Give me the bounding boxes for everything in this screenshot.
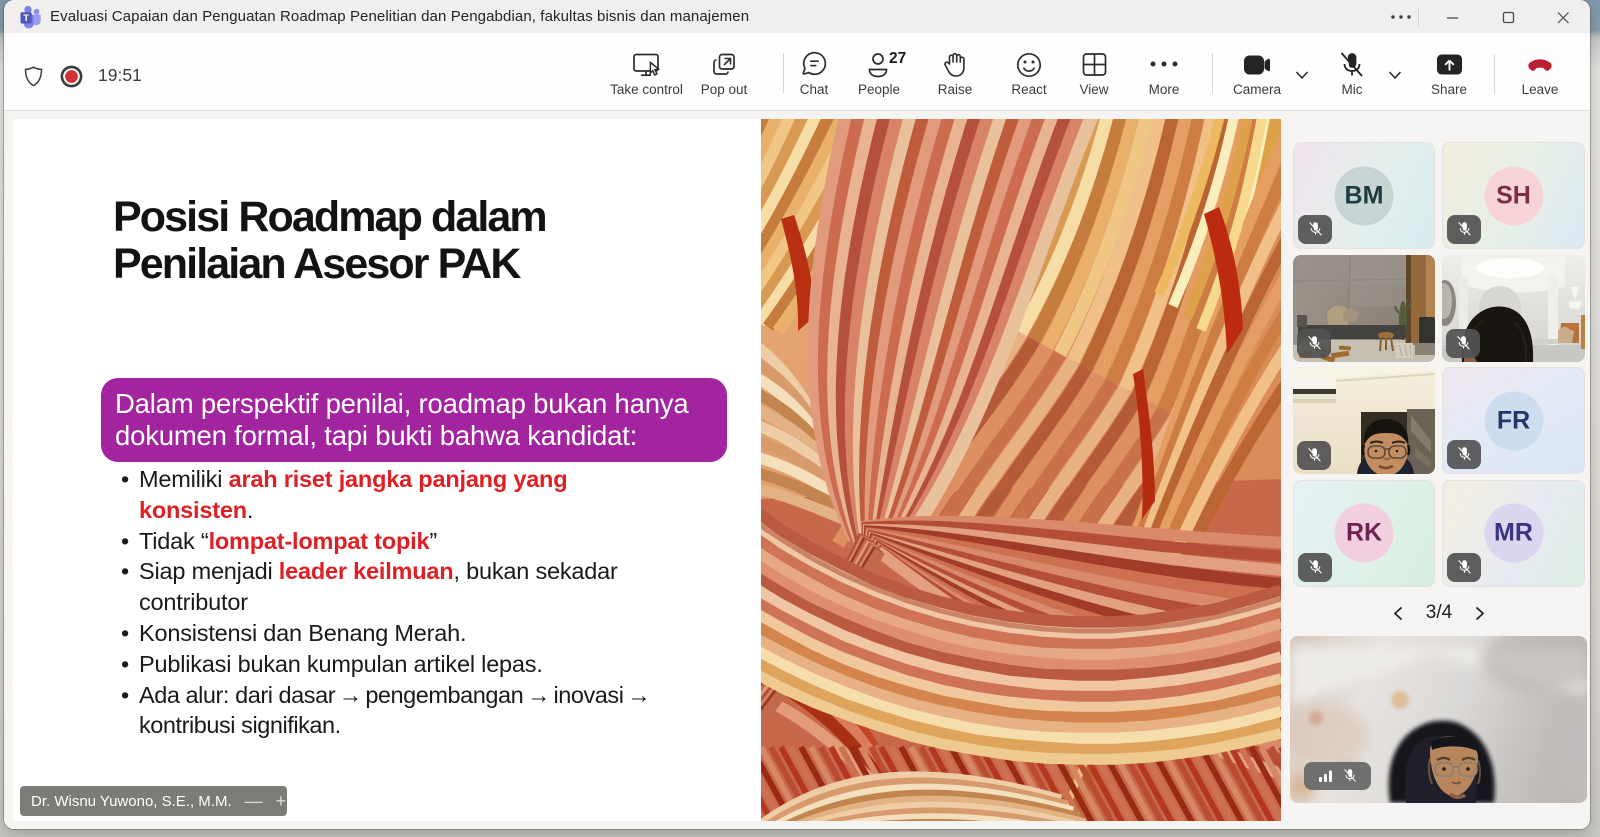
svg-text:T: T [23, 13, 29, 24]
svg-text:27: 27 [889, 51, 906, 67]
